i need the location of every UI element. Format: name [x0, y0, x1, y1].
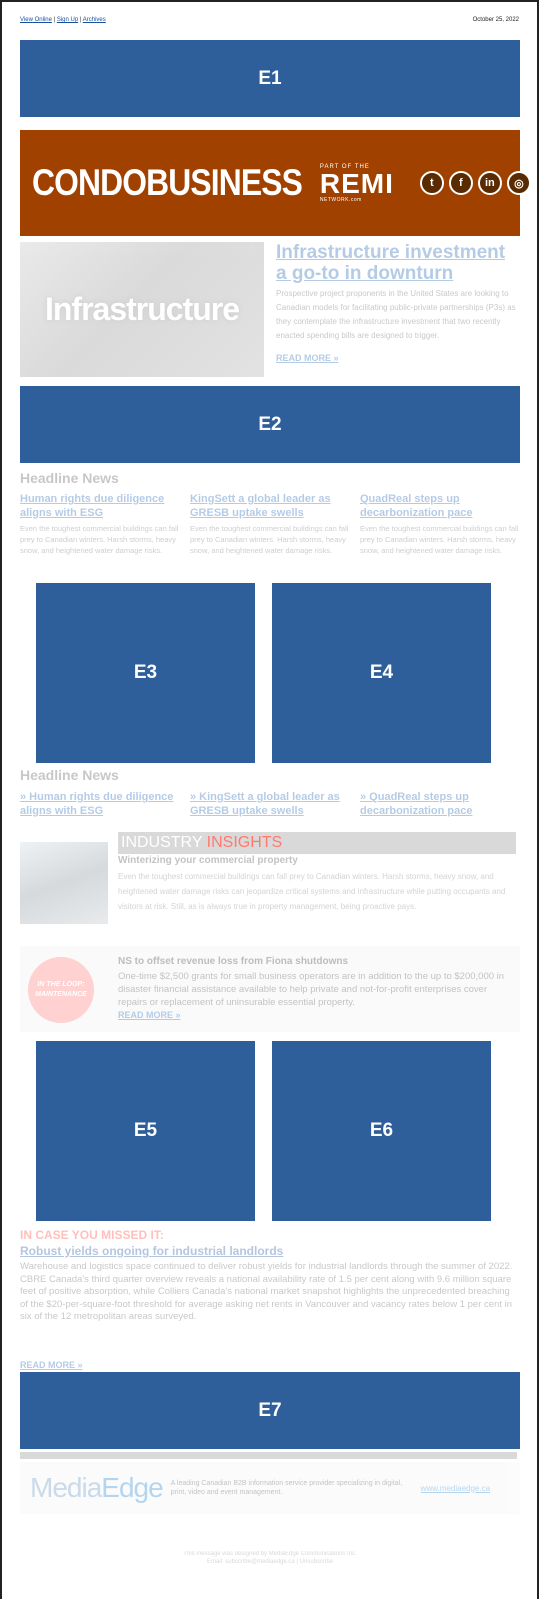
mediaedge-description: A leading Canadian B2B information servi… — [170, 1480, 403, 1496]
facebook-icon[interactable]: f — [448, 171, 473, 195]
top-links: View Online | Sign Up | Archives — [20, 17, 106, 23]
news-link: » KingSett a global leader as GRESB upta… — [190, 790, 350, 818]
missed-read-more-link[interactable]: READ MORE » — [20, 1360, 83, 1370]
headline-news-heading: Headline News — [20, 767, 119, 783]
sponsored-title[interactable]: NS to offset revenue loss from Fiona shu… — [118, 956, 348, 967]
insights-image[interactable] — [20, 842, 108, 924]
view-online-link[interactable]: View Online — [20, 17, 52, 23]
ad-slot-e1[interactable]: E1 — [20, 40, 520, 117]
twitter-icon[interactable]: t — [419, 171, 444, 195]
archives-link[interactable]: Archives — [83, 17, 106, 23]
insights-label-accent: INSIGHTS — [206, 834, 283, 851]
ad-label: E1 — [258, 67, 282, 89]
feature-image[interactable]: Infrastructure — [20, 242, 264, 377]
news-link: » QuadReal steps up decarbonization pace — [360, 790, 520, 818]
insights-title[interactable]: Winterizing your commercial property — [118, 855, 298, 866]
feature-image-text: Infrastructure — [44, 291, 240, 327]
ad-slot-e4[interactable]: E4 — [272, 583, 491, 763]
sponsored-read-more-link[interactable]: READ MORE » — [118, 1010, 181, 1020]
ad-label: E5 — [133, 1120, 158, 1141]
news-link-title[interactable]: » Human rights due diligence aligns with… — [20, 790, 180, 818]
instagram-icon[interactable]: ◎ — [506, 171, 531, 195]
ad-slot-e3[interactable]: E3 — [36, 583, 255, 763]
news-link-title[interactable]: » KingSett a global leader as GRESB upta… — [190, 790, 350, 818]
news-card-summary: Even the toughest commercial buildings c… — [360, 524, 519, 555]
linkedin-icon[interactable]: in — [477, 171, 502, 195]
feature-summary: Prospective project proponents in the Un… — [276, 289, 516, 340]
news-card-title[interactable]: KingSett a global leader as GRESB uptake… — [190, 492, 350, 520]
news-card-title[interactable]: QuadReal steps up decarbonization pace — [360, 492, 520, 520]
issue-date: October 25, 2022 — [472, 17, 519, 23]
remi-logo: PART OF THE REMI NETWORK.com — [320, 164, 394, 203]
mediaedge-block: MediaEdge A leading Canadian B2B informa… — [20, 1462, 520, 1514]
link-separator: | — [53, 17, 56, 23]
feature-body: Prospective project proponents in the Un… — [276, 287, 520, 366]
top-bar: View Online | Sign Up | Archives October… — [20, 14, 519, 26]
ad-label: E2 — [258, 413, 282, 435]
social-links: t f in ◎ — [419, 171, 531, 195]
mediaedge-logo[interactable]: MediaEdge — [30, 1472, 164, 1504]
news-card-summary: Even the toughest commercial buildings c… — [20, 524, 179, 555]
sign-up-link[interactable]: Sign Up — [57, 17, 78, 23]
insights-body: Even the toughest commercial buildings c… — [118, 872, 506, 911]
missed-title[interactable]: Robust yields ongoing for industrial lan… — [20, 1244, 283, 1258]
ad-label: E6 — [369, 1120, 394, 1141]
news-link: » Human rights due diligence aligns with… — [20, 790, 180, 818]
ad-slot-e5[interactable]: E5 — [36, 1041, 255, 1221]
ad-slot-e2[interactable]: E2 — [20, 386, 520, 463]
industry-insights-bar: INDUSTRY INSIGHTS — [118, 832, 516, 854]
footer-text: This message was designed by MediaEdge C… — [20, 1550, 520, 1566]
missed-body: Warehouse and logistics space continued … — [20, 1261, 513, 1322]
masthead-logo[interactable]: CONDOBUSINESS PART OF THE REMI NETWORK.c… — [20, 130, 531, 236]
ad-slot-e7[interactable]: E7 — [20, 1372, 520, 1449]
feature-title[interactable]: Infrastructure investment a go-to in dow… — [276, 242, 520, 284]
headline-news-heading: Headline News — [20, 470, 119, 486]
footer-rule — [20, 1452, 517, 1459]
network-label: NETWORK.com — [319, 196, 362, 203]
feature-read-more-link[interactable]: READ MORE » — [276, 353, 339, 363]
mediaedge-url-link[interactable]: www.mediaedge.ca — [421, 1484, 490, 1493]
footer-line[interactable]: Email: subscribe@mediaedge.ca | Unsubscr… — [20, 1558, 520, 1566]
sponsored-badge[interactable]: IN THE LOOP: MAINTENANCE — [28, 957, 94, 1023]
footer-line: This message was designed by MediaEdge C… — [183, 1551, 357, 1557]
news-card: KingSett a global leader as GRESB uptake… — [190, 492, 350, 556]
news-card-summary: Even the toughest commercial buildings c… — [190, 524, 349, 555]
ad-label: E4 — [369, 662, 394, 683]
news-card-title[interactable]: Human rights due diligence aligns with E… — [20, 492, 180, 520]
news-link-title[interactable]: » QuadReal steps up decarbonization pace — [360, 790, 520, 818]
link-separator: | — [79, 17, 82, 23]
ad-label: E3 — [133, 662, 158, 683]
remi-label: REMI — [319, 167, 394, 199]
ad-label: E7 — [258, 1399, 282, 1421]
missed-label: IN CASE YOU MISSED IT: — [20, 1228, 164, 1242]
insights-label: INDUSTRY — [121, 834, 203, 851]
brand-name: CONDOBUSINESS — [32, 162, 303, 203]
news-card: QuadReal steps up decarbonization pace E… — [360, 492, 520, 556]
news-card: Human rights due diligence aligns with E… — [20, 492, 180, 556]
sponsored-summary: One-time $2,500 grants for small busines… — [118, 971, 505, 1008]
sponsored-body: One-time $2,500 grants for small busines… — [118, 970, 516, 1022]
ad-slot-e6[interactable]: E6 — [272, 1041, 491, 1221]
